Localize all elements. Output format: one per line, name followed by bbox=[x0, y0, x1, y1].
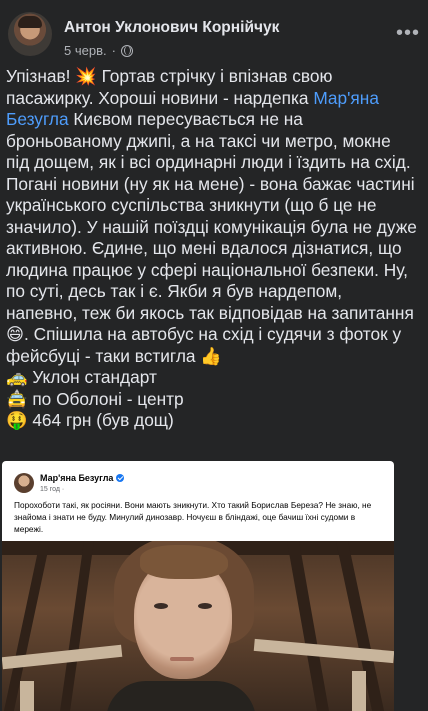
post-meta: 5 черв. · bbox=[64, 43, 133, 58]
author-avatar[interactable] bbox=[8, 12, 52, 56]
embedded-photo bbox=[2, 541, 394, 711]
post-line: 🤑 464 грн (був дощ) bbox=[6, 410, 174, 430]
post-text-part-2: Києвом пересувається не на броньованому … bbox=[6, 109, 417, 366]
more-options-icon[interactable]: ••• bbox=[396, 22, 420, 45]
meta-separator: · bbox=[111, 43, 116, 58]
globe-icon[interactable] bbox=[120, 44, 133, 57]
embedded-author-name: Мар'яна Безугла bbox=[40, 473, 114, 483]
embedded-meta: 15 год · bbox=[40, 486, 65, 493]
embedded-avatar bbox=[14, 473, 34, 493]
post-header: Антон Уклонович Корнійчук 5 черв. · ••• bbox=[6, 12, 422, 60]
post-date[interactable]: 5 черв. bbox=[64, 43, 107, 58]
post-line: 🚕 Уклон стандарт bbox=[6, 367, 157, 387]
facebook-post: Антон Уклонович Корнійчук 5 черв. · ••• … bbox=[0, 0, 428, 711]
embedded-author: Мар'яна Безугла bbox=[40, 473, 125, 483]
post-line: 🚖 по Оболоні - центр bbox=[6, 388, 184, 409]
embedded-text: Порохоботи такі, як росіяни. Вони мають … bbox=[14, 500, 372, 534]
post-paragraph: Упізнав! 💥 Гортав стрічку і впізнав свою… bbox=[6, 66, 418, 367]
verified-icon bbox=[116, 474, 125, 482]
post-text: Упізнав! 💥 Гортав стрічку і впізнав свою… bbox=[6, 66, 418, 432]
author-name[interactable]: Антон Уклонович Корнійчук bbox=[64, 19, 279, 37]
post-text-part-1: Упізнав! 💥 Гортав стрічку і впізнав свою… bbox=[6, 66, 333, 108]
embedded-screenshot[interactable]: Мар'яна Безугла 15 год · Порохоботи такі… bbox=[2, 461, 394, 711]
